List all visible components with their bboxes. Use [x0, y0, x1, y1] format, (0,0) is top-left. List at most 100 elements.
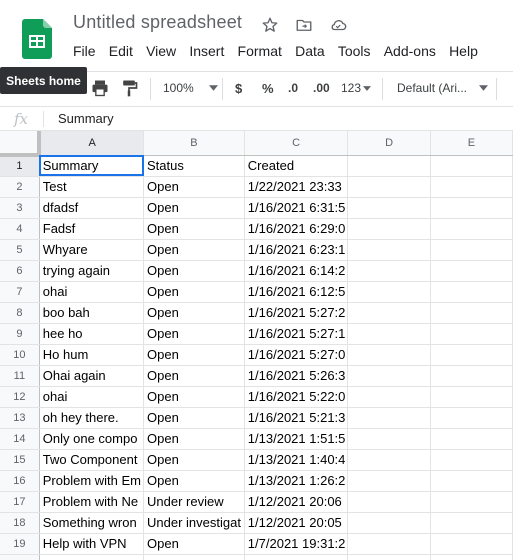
row-header[interactable]: 3: [0, 197, 40, 219]
cell[interactable]: [347, 197, 431, 219]
cell[interactable]: [430, 323, 513, 345]
cell[interactable]: Open: [143, 176, 245, 198]
cell[interactable]: [347, 155, 431, 177]
menu-view[interactable]: View: [146, 43, 176, 59]
row-header[interactable]: 10: [0, 344, 40, 366]
cell[interactable]: [347, 449, 431, 471]
cell[interactable]: 1/13/2021 1:51:5: [244, 428, 349, 450]
cell[interactable]: [347, 428, 431, 450]
cell[interactable]: [347, 176, 431, 198]
column-header-a[interactable]: A: [39, 131, 145, 156]
cell[interactable]: 1/16/2021 6:29:0: [244, 218, 349, 240]
cell[interactable]: [347, 533, 431, 555]
cell[interactable]: [347, 344, 431, 366]
cell[interactable]: Created: [244, 155, 349, 177]
cell[interactable]: 1/16/2021 5:21:3: [244, 407, 349, 429]
star-icon[interactable]: [260, 15, 280, 35]
cell[interactable]: Two Component: [39, 449, 145, 471]
cell[interactable]: Whyare: [39, 239, 145, 261]
decrease-decimal-button[interactable]: .0: [288, 72, 298, 104]
cell[interactable]: Ho hum: [39, 344, 145, 366]
column-header-d[interactable]: D: [347, 131, 431, 156]
cell[interactable]: 1/16/2021 6:14:2: [244, 260, 349, 282]
cell[interactable]: [430, 533, 513, 555]
cell[interactable]: [244, 554, 349, 560]
cell[interactable]: [347, 365, 431, 387]
cell[interactable]: [430, 449, 513, 471]
cell[interactable]: [430, 344, 513, 366]
print-button[interactable]: [90, 72, 110, 104]
cell[interactable]: [347, 323, 431, 345]
cell[interactable]: 1/16/2021 5:27:1: [244, 323, 349, 345]
menu-add-ons[interactable]: Add-ons: [384, 43, 436, 59]
cell[interactable]: [347, 281, 431, 303]
cell[interactable]: [430, 302, 513, 324]
percent-format-button[interactable]: %: [262, 72, 274, 104]
row-header[interactable]: 16: [0, 470, 40, 492]
select-all-corner[interactable]: [0, 131, 42, 157]
cell[interactable]: Help with VPN: [39, 533, 145, 555]
cell[interactable]: [430, 554, 513, 560]
formula-input[interactable]: Summary: [58, 111, 114, 126]
cell[interactable]: Open: [143, 197, 245, 219]
zoom-select[interactable]: 100%: [163, 72, 218, 104]
cell[interactable]: 1/12/2021 20:05: [244, 512, 349, 534]
cell[interactable]: [347, 512, 431, 534]
cell[interactable]: [39, 554, 145, 560]
cell[interactable]: 1/22/2021 23:33: [244, 176, 349, 198]
cell[interactable]: Test: [39, 176, 145, 198]
cell[interactable]: [430, 470, 513, 492]
cell[interactable]: Open: [143, 407, 245, 429]
cell[interactable]: [347, 302, 431, 324]
menu-format[interactable]: Format: [238, 43, 282, 59]
cell[interactable]: Open: [143, 344, 245, 366]
row-header[interactable]: 9: [0, 323, 40, 345]
cell[interactable]: hee ho: [39, 323, 145, 345]
cell[interactable]: [430, 491, 513, 513]
currency-format-button[interactable]: $: [235, 72, 242, 104]
cell[interactable]: 1/13/2021 1:40:4: [244, 449, 349, 471]
cell[interactable]: [430, 197, 513, 219]
cell[interactable]: Open: [143, 365, 245, 387]
sheets-home-logo-icon[interactable]: [22, 19, 52, 59]
cell[interactable]: Problem with Em: [39, 470, 145, 492]
font-select[interactable]: Default (Ari...: [397, 72, 489, 104]
row-header[interactable]: 13: [0, 407, 40, 429]
cell[interactable]: 1/12/2021 20:06: [244, 491, 349, 513]
cell[interactable]: [347, 554, 431, 560]
cell[interactable]: Open: [143, 386, 245, 408]
cell[interactable]: 1/7/2021 19:31:2: [244, 533, 349, 555]
row-header[interactable]: 1: [0, 155, 40, 177]
row-header[interactable]: 12: [0, 386, 40, 408]
cell[interactable]: [430, 239, 513, 261]
menu-insert[interactable]: Insert: [189, 43, 224, 59]
cell[interactable]: [430, 176, 513, 198]
cell[interactable]: Open: [143, 302, 245, 324]
cell[interactable]: 1/16/2021 6:23:1: [244, 239, 349, 261]
cell[interactable]: [430, 407, 513, 429]
cell[interactable]: 1/16/2021 5:26:3: [244, 365, 349, 387]
column-header-e[interactable]: E: [430, 131, 513, 156]
cell[interactable]: 1/13/2021 1:26:2: [244, 470, 349, 492]
cell[interactable]: Open: [143, 281, 245, 303]
cell[interactable]: Something wron: [39, 512, 145, 534]
row-header[interactable]: 7: [0, 281, 40, 303]
cell[interactable]: 1/16/2021 6:31:5: [244, 197, 349, 219]
increase-decimal-button[interactable]: .00: [313, 72, 330, 104]
row-header[interactable]: 11: [0, 365, 40, 387]
cell[interactable]: [347, 239, 431, 261]
menu-tools[interactable]: Tools: [338, 43, 371, 59]
cell[interactable]: ohai: [39, 281, 145, 303]
cell[interactable]: [430, 365, 513, 387]
paint-format-button[interactable]: [119, 72, 139, 104]
row-header[interactable]: 2: [0, 176, 40, 198]
cell[interactable]: Open: [143, 449, 245, 471]
move-folder-icon[interactable]: [294, 15, 314, 35]
cell[interactable]: Fadsf: [39, 218, 145, 240]
cell[interactable]: Open: [143, 428, 245, 450]
cell[interactable]: Open: [143, 323, 245, 345]
cell[interactable]: [347, 407, 431, 429]
cell[interactable]: 1/16/2021 6:12:5: [244, 281, 349, 303]
cell[interactable]: Open: [143, 218, 245, 240]
cell[interactable]: Under review: [143, 491, 245, 513]
